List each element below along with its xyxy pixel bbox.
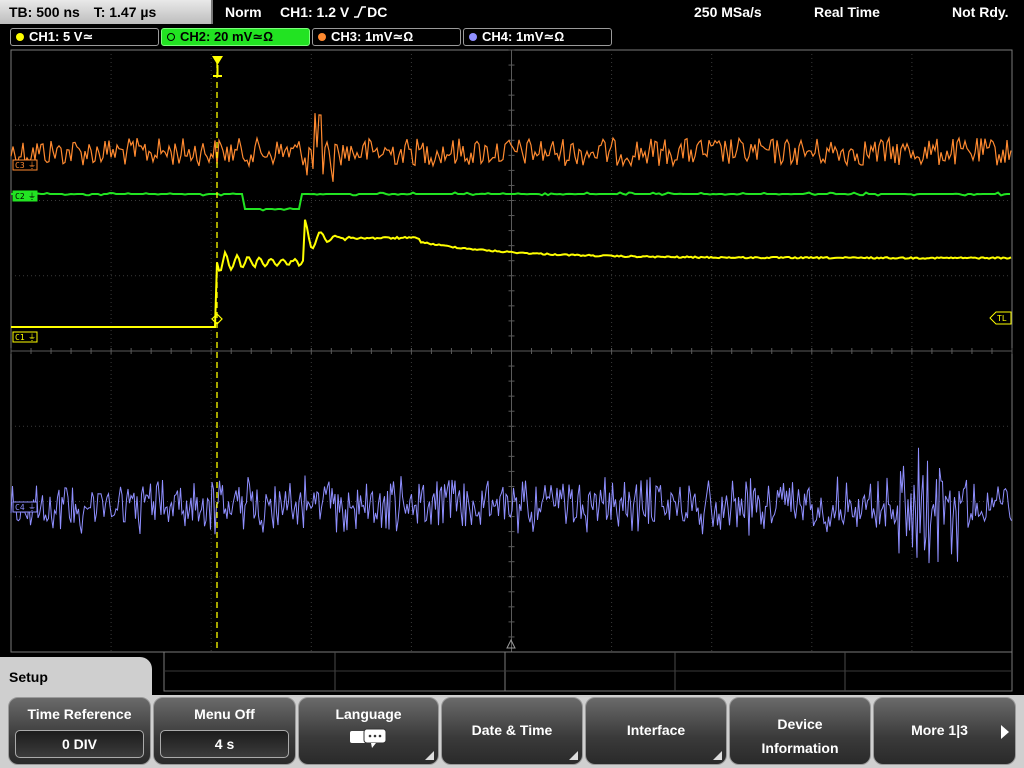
language-softkey[interactable]: Language (298, 697, 439, 765)
device-information-label: Device Information (761, 716, 839, 756)
menu-off-label: Menu Off (194, 706, 255, 722)
svg-text:TL: TL (997, 314, 1007, 323)
marker-c4[interactable]: C4 ⏚ (12, 501, 38, 513)
marker-c2[interactable]: C2 ⏚ (12, 190, 38, 202)
marker-c3[interactable]: C3 ⏚ (12, 159, 38, 171)
submenu-corner-icon (713, 751, 722, 760)
svg-text:C2: C2 (15, 192, 25, 201)
svg-text:⏚: ⏚ (28, 192, 36, 201)
menu-title-tab: Setup (0, 657, 152, 695)
device-information-softkey[interactable]: Device Information (729, 697, 871, 765)
next-page-arrow-icon (1001, 725, 1009, 739)
date-time-softkey[interactable]: Date & Time (441, 697, 583, 765)
date-time-label: Date & Time (471, 722, 553, 738)
menu-title: Setup (9, 669, 48, 685)
submenu-corner-icon (425, 751, 434, 760)
more-label: More 1|3 (911, 722, 968, 738)
time-reference-value: 0 DIV (15, 730, 144, 758)
speech-bubble-icon (350, 728, 387, 748)
info-strip (163, 651, 1013, 692)
svg-text:⏚: ⏚ (28, 333, 36, 342)
time-reference-label: Time Reference (27, 706, 132, 722)
ch2-trace (11, 191, 1010, 212)
marker-c1[interactable]: C1 ⏚ (12, 331, 38, 343)
trigger-level-marker[interactable]: TL (989, 311, 1012, 325)
submenu-corner-icon (569, 751, 578, 760)
graticule-grid (10, 49, 1013, 653)
menu-off-softkey[interactable]: Menu Off 4 s (153, 697, 296, 765)
language-label: Language (335, 706, 402, 722)
svg-text:C3: C3 (15, 161, 25, 170)
svg-text:⏚: ⏚ (28, 503, 36, 512)
waveform-display[interactable]: C3 ⏚ C2 ⏚ C1 ⏚ C4 ⏚ TL (0, 0, 1024, 768)
svg-text:⏚: ⏚ (28, 161, 36, 170)
svg-text:C1: C1 (15, 333, 25, 342)
time-reference-softkey[interactable]: Time Reference 0 DIV (8, 697, 151, 765)
svg-text:C4: C4 (15, 503, 25, 512)
trigger-position-marker-icon[interactable] (212, 56, 223, 77)
interface-label: Interface (626, 722, 686, 738)
interface-softkey[interactable]: Interface (585, 697, 727, 765)
more-softkey[interactable]: More 1|3 (873, 697, 1016, 765)
menu-off-value: 4 s (160, 730, 289, 758)
